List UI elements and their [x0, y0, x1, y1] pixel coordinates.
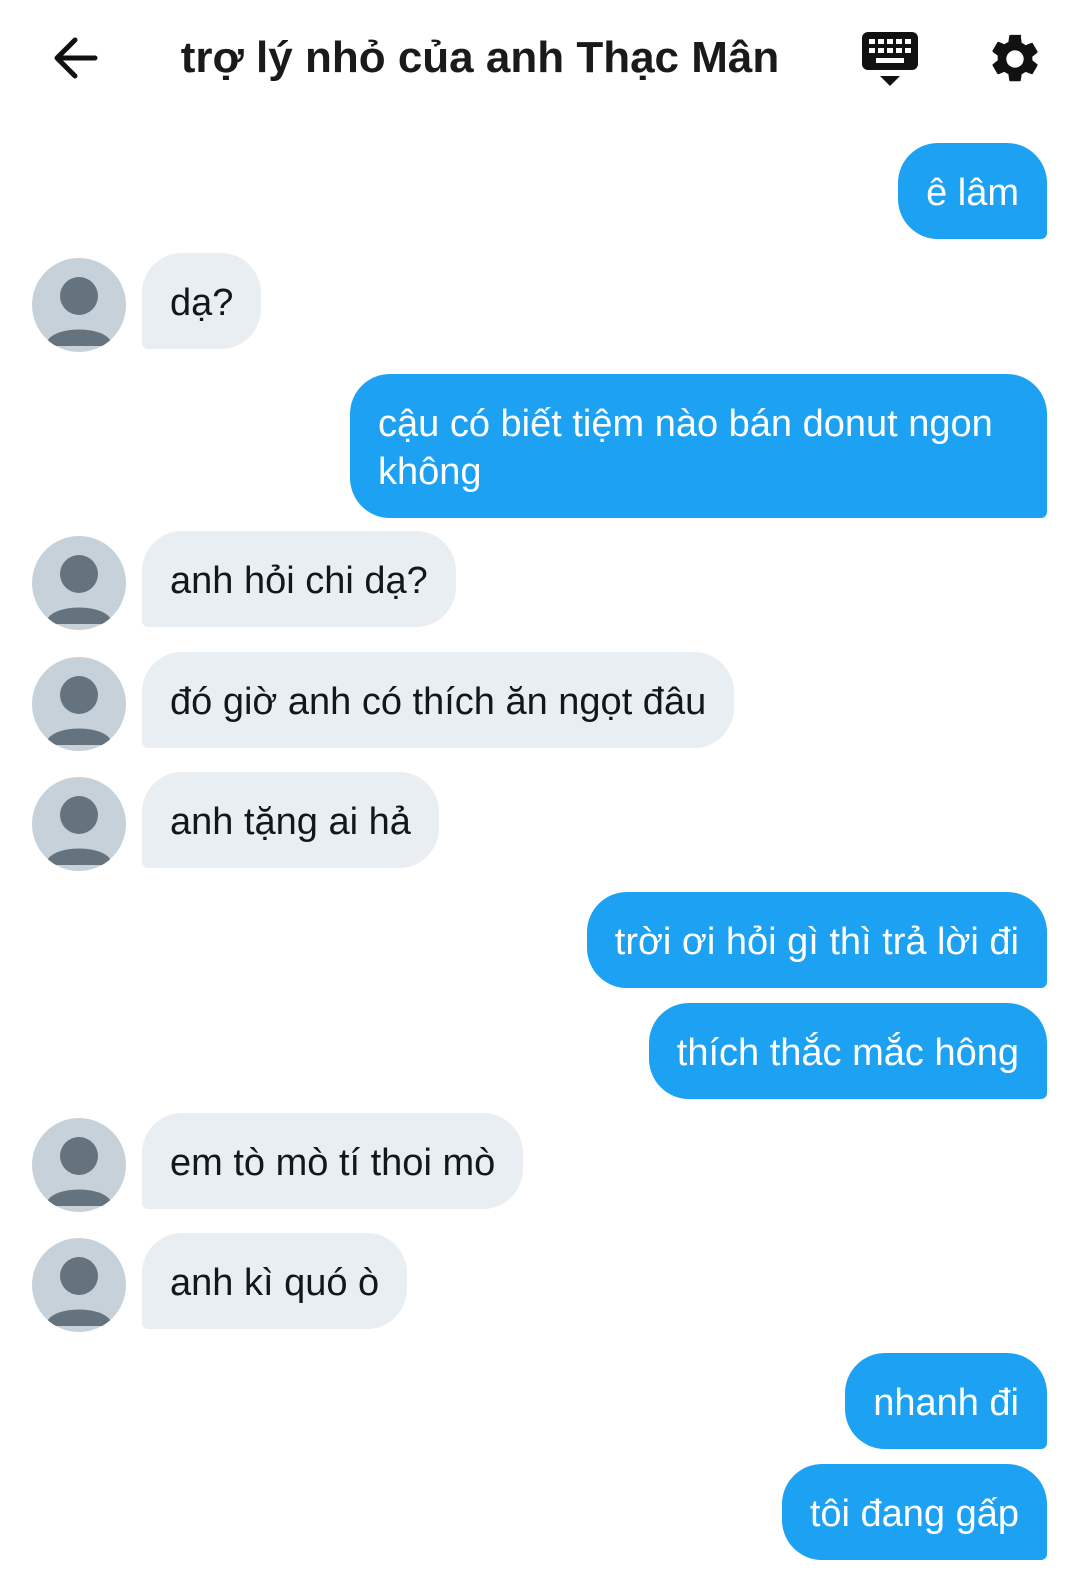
keyboard-button[interactable]	[858, 26, 922, 92]
incoming-message[interactable]: anh hỏi chi dạ?	[142, 531, 456, 627]
outgoing-message[interactable]: thích thắc mắc hông	[648, 1003, 1047, 1099]
outgoing-message[interactable]: ê lâm	[898, 143, 1047, 239]
settings-button[interactable]	[986, 30, 1044, 88]
gear-icon	[992, 34, 1038, 82]
avatar[interactable]	[32, 536, 126, 630]
outgoing-message[interactable]: nhanh đi	[845, 1353, 1047, 1449]
default-user-icon	[46, 277, 112, 346]
incoming-message[interactable]: đó giờ anh có thích ăn ngọt đâu	[142, 652, 735, 748]
chat-screen: trợ lý nhỏ của anh Thạc Mân ê lâm dạ? cậ…	[0, 0, 1080, 1571]
avatar[interactable]	[32, 258, 126, 352]
outgoing-message[interactable]: trời ơi hỏi gì thì trả lời đi	[586, 892, 1047, 988]
outgoing-message[interactable]: cậu có biết tiệm nào bán donut ngon khôn…	[350, 374, 1047, 518]
chat-header: trợ lý nhỏ của anh Thạc Mân	[0, 0, 1080, 118]
keyboard-icon	[862, 32, 918, 86]
default-user-icon	[46, 676, 112, 745]
avatar[interactable]	[32, 657, 126, 751]
incoming-message[interactable]: anh tặng ai hả	[142, 772, 439, 868]
default-user-icon	[46, 555, 112, 624]
conversation-title: trợ lý nhỏ của anh Thạc Mân	[180, 33, 780, 82]
default-user-icon	[46, 796, 112, 865]
incoming-message[interactable]: em tò mò tí thoi mò	[142, 1113, 524, 1209]
default-user-icon	[46, 1257, 112, 1326]
back-button[interactable]	[40, 30, 110, 86]
avatar[interactable]	[32, 1238, 126, 1332]
avatar[interactable]	[32, 1118, 126, 1212]
incoming-message[interactable]: dạ?	[142, 253, 262, 349]
avatar[interactable]	[32, 777, 126, 871]
arrow-left-icon	[54, 37, 98, 79]
incoming-message[interactable]: anh kì quó ò	[142, 1233, 408, 1329]
outgoing-message[interactable]: tôi đang gấp	[781, 1464, 1047, 1560]
default-user-icon	[46, 1137, 112, 1206]
